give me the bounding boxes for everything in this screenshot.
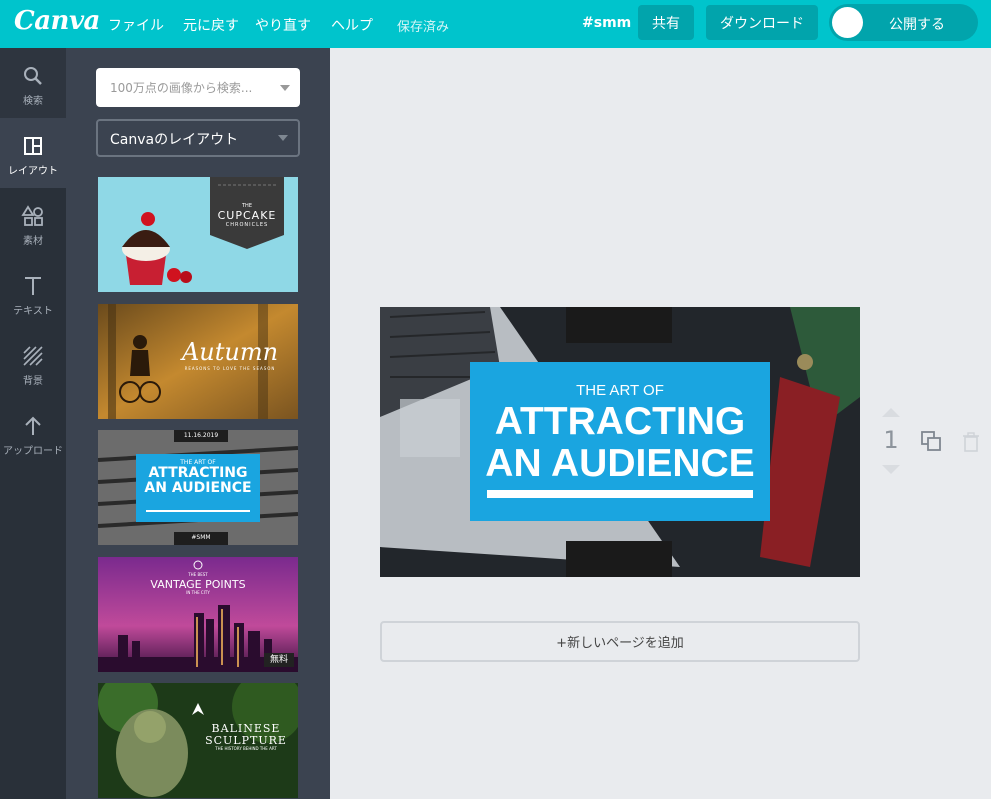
layout-icon bbox=[24, 137, 42, 155]
share-button[interactable]: 共有 bbox=[638, 5, 694, 40]
layout-source-select[interactable]: Canvaのレイアウト bbox=[96, 119, 300, 157]
elements-icon bbox=[21, 205, 43, 226]
rail-item-upload[interactable]: アップロード bbox=[0, 398, 66, 468]
background-icon bbox=[23, 346, 43, 366]
upload-icon bbox=[25, 416, 41, 435]
design-text-box[interactable]: THE ART OF ATTRACTING AN AUDIENCE bbox=[470, 362, 770, 521]
chevron-down-icon[interactable] bbox=[876, 464, 906, 476]
page-number: 1 bbox=[883, 426, 899, 454]
layout-source-value: Canvaのレイアウト bbox=[110, 132, 239, 148]
add-page-button[interactable]: +新しいページを追加 bbox=[380, 621, 860, 662]
rail-label: 検索 bbox=[23, 96, 43, 107]
thumb-text: CHRONICLES bbox=[225, 222, 269, 228]
layout-thumbnail-balinese[interactable]: BALINESE SCULPTURE THE HISTORY BEHIND TH… bbox=[98, 683, 298, 798]
menu-redo[interactable]: やり直す bbox=[255, 15, 311, 35]
rail-label: 背景 bbox=[23, 376, 43, 387]
design-headline-2[interactable]: AN AUDIENCE bbox=[470, 442, 770, 486]
thumb-text: THE HISTORY BEHIND THE ART bbox=[215, 746, 277, 752]
thumb-text: IN THE CITY bbox=[186, 589, 210, 595]
layout-thumbnail-vantage-points[interactable]: THE BEST VANTAGE POINTS IN THE CITY 無料 bbox=[98, 557, 298, 672]
menu-undo[interactable]: 元に戻す bbox=[183, 15, 239, 35]
menu-help[interactable]: ヘルプ bbox=[331, 15, 373, 35]
rail-item-text[interactable]: テキスト bbox=[0, 258, 66, 328]
text-icon bbox=[25, 277, 41, 295]
design-headline-1[interactable]: ATTRACTING bbox=[470, 400, 770, 444]
thumb-text: AN AUDIENCE bbox=[144, 479, 252, 496]
image-search-input[interactable] bbox=[96, 68, 300, 107]
canva-logo[interactable]: Canva bbox=[14, 6, 100, 36]
page-controls: 1 bbox=[876, 402, 986, 482]
left-rail: 検索 レイアウト 素材 テキスト 背景 アップロード bbox=[0, 48, 66, 799]
rail-label: アップロード bbox=[3, 446, 63, 457]
thumb-text: REASONS TO LOVE THE SEASON bbox=[184, 366, 276, 371]
rail-label: レイアウト bbox=[8, 166, 58, 177]
design-tag[interactable]: #smm bbox=[582, 15, 631, 31]
publish-toggle-knob bbox=[832, 7, 863, 38]
layout-thumbnail-attracting[interactable]: 11.16.2019 THE ART OF ATTRACTING AN AUDI… bbox=[98, 430, 298, 545]
search-icon bbox=[24, 67, 42, 85]
save-status: 保存済み bbox=[397, 20, 450, 35]
chevron-down-icon[interactable] bbox=[280, 85, 290, 91]
publish-label: 公開する bbox=[889, 17, 945, 33]
rail-label: テキスト bbox=[13, 306, 53, 317]
top-bar: Canva ファイル 元に戻す やり直す ヘルプ 保存済み #smm 共有 ダウ… bbox=[0, 0, 991, 48]
publish-toggle[interactable]: 公開する bbox=[829, 4, 978, 41]
chevron-up-icon[interactable] bbox=[876, 406, 906, 418]
thumb-text: VANTAGE POINTS bbox=[150, 577, 246, 591]
download-button[interactable]: ダウンロード bbox=[706, 5, 818, 40]
rail-item-background[interactable]: 背景 bbox=[0, 328, 66, 398]
thumb-text: CUPCAKE bbox=[217, 209, 277, 222]
free-badge: 無料 bbox=[269, 655, 288, 665]
layout-thumbnail-cupcake[interactable]: THE CUPCAKE CHRONICLES bbox=[98, 177, 298, 292]
trash-icon[interactable] bbox=[962, 432, 980, 452]
thumb-text: ATTRACTING bbox=[148, 465, 248, 482]
rail-item-layout[interactable]: レイアウト bbox=[0, 118, 66, 188]
cupcake-thumbnail-art bbox=[98, 177, 298, 292]
thumb-tag: #SMM bbox=[191, 534, 211, 541]
layout-thumbnail-autumn[interactable]: Autumn REASONS TO LOVE THE SEASON bbox=[98, 304, 298, 419]
rail-label: 素材 bbox=[23, 236, 43, 247]
menu-file[interactable]: ファイル bbox=[108, 15, 164, 35]
chevron-down-icon bbox=[278, 135, 288, 141]
design-page[interactable]: THE ART OF ATTRACTING AN AUDIENCE bbox=[380, 307, 860, 577]
duplicate-page-icon[interactable] bbox=[920, 430, 942, 452]
thumb-date: 11.16.2019 bbox=[183, 432, 219, 439]
layout-panel: Canvaのレイアウト THE CUPCAKE CHRONICLES bbox=[66, 48, 330, 799]
design-kicker[interactable]: THE ART OF bbox=[470, 382, 770, 399]
thumb-text: Autumn bbox=[181, 338, 279, 366]
rail-item-elements[interactable]: 素材 bbox=[0, 188, 66, 258]
rail-item-search[interactable]: 検索 bbox=[0, 48, 66, 118]
